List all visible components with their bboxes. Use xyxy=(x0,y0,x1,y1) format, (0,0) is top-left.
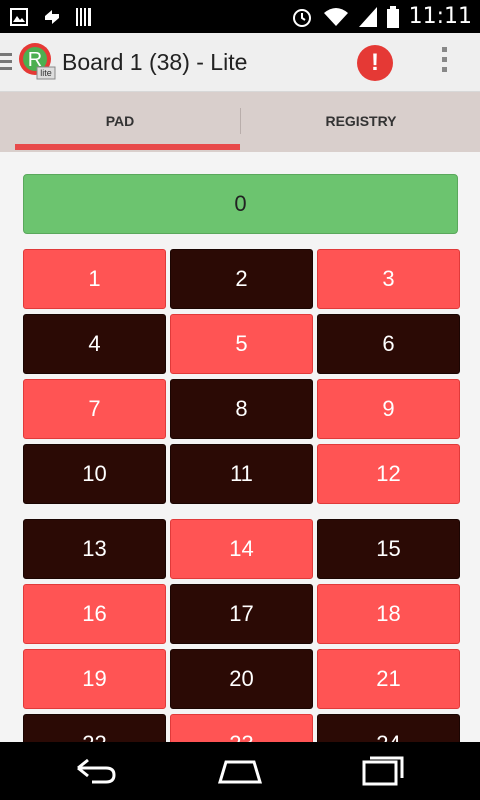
number-cell-19[interactable]: 19 xyxy=(23,649,166,709)
number-cell-7[interactable]: 7 xyxy=(23,379,166,439)
sync-icon xyxy=(45,10,59,24)
tab-pad[interactable]: PAD xyxy=(0,92,240,152)
signal-icon xyxy=(358,7,377,27)
number-cell-4[interactable]: 4 xyxy=(23,314,166,374)
number-cell-23[interactable]: 23 xyxy=(170,714,313,742)
number-cell-24[interactable]: 24 xyxy=(317,714,460,742)
number-cell-8[interactable]: 8 xyxy=(170,379,313,439)
page-title: Board 1 (38) - Lite xyxy=(62,49,248,75)
home-icon[interactable] xyxy=(216,754,264,788)
number-cell-20[interactable]: 20 xyxy=(170,649,313,709)
roulette-board: 0 12345678910111213141516171819202122232… xyxy=(0,152,480,742)
clock: 11:11 xyxy=(408,4,472,29)
number-cell-3[interactable]: 3 xyxy=(317,249,460,309)
tab-registry[interactable]: REGISTRY xyxy=(241,92,480,152)
number-cell-22[interactable]: 22 xyxy=(23,714,166,742)
barcode-icon xyxy=(76,8,91,26)
tab-bar: PAD REGISTRY xyxy=(0,92,480,152)
number-cell-14[interactable]: 14 xyxy=(170,519,313,579)
number-cell-0[interactable]: 0 xyxy=(23,174,458,234)
navigation-bar xyxy=(0,742,480,800)
number-cell-1[interactable]: 1 xyxy=(23,249,166,309)
back-icon[interactable] xyxy=(72,754,120,788)
tab-indicator xyxy=(15,144,240,150)
logo-badge: lite xyxy=(40,68,52,78)
number-cell-10[interactable]: 10 xyxy=(23,444,166,504)
number-cell-12[interactable]: 12 xyxy=(317,444,460,504)
image-icon xyxy=(10,8,28,26)
alert-button[interactable]: ! xyxy=(357,45,393,81)
number-cell-13[interactable]: 13 xyxy=(23,519,166,579)
status-bar: 11:11 xyxy=(0,0,480,33)
app-logo[interactable]: R lite xyxy=(17,41,57,81)
alarm-icon xyxy=(292,9,311,27)
action-bar: R lite Board 1 (38) - Lite ! xyxy=(0,33,480,92)
number-cell-9[interactable]: 9 xyxy=(317,379,460,439)
drawer-toggle-icon[interactable] xyxy=(0,53,12,71)
overflow-menu-icon[interactable] xyxy=(436,47,452,77)
number-cell-6[interactable]: 6 xyxy=(317,314,460,374)
number-cell-18[interactable]: 18 xyxy=(317,584,460,644)
number-cell-5[interactable]: 5 xyxy=(170,314,313,374)
number-cell-2[interactable]: 2 xyxy=(170,249,313,309)
battery-icon xyxy=(386,6,399,28)
number-cell-17[interactable]: 17 xyxy=(170,584,313,644)
wifi-icon xyxy=(323,8,348,26)
number-cell-15[interactable]: 15 xyxy=(317,519,460,579)
app-logo-icon: R lite xyxy=(19,43,56,80)
number-cell-16[interactable]: 16 xyxy=(23,584,166,644)
number-cell-11[interactable]: 11 xyxy=(170,444,313,504)
recents-icon[interactable] xyxy=(360,754,408,788)
number-cell-21[interactable]: 21 xyxy=(317,649,460,709)
